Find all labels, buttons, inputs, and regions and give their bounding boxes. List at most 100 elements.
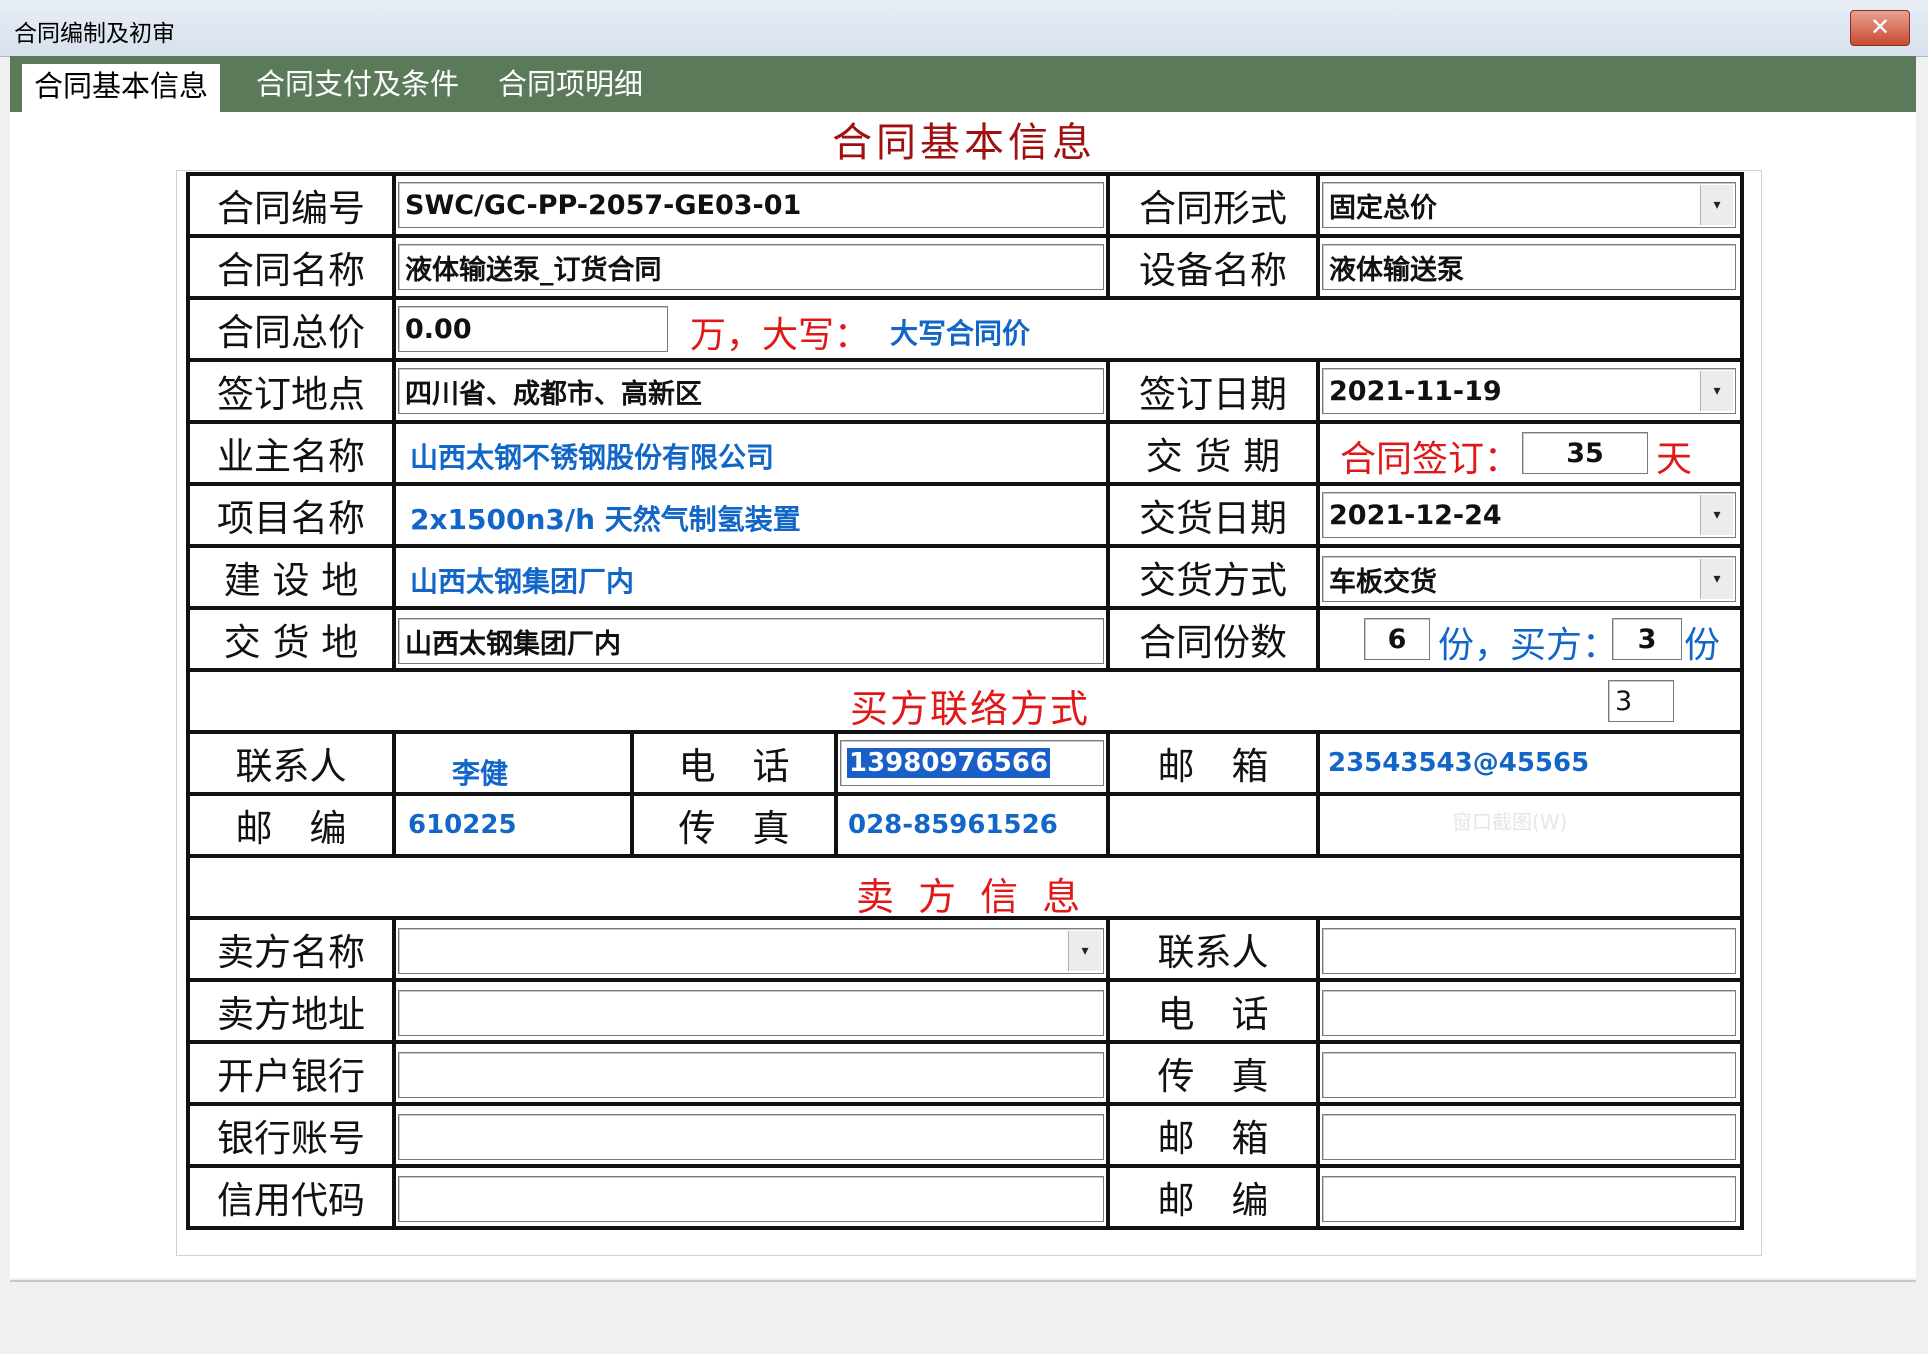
seller-contact-input[interactable]	[1322, 928, 1736, 974]
delivery-period-label: 交 货 期	[1145, 435, 1281, 478]
page-title: 合同基本信息	[832, 120, 1096, 166]
copies-label: 合同份数	[1139, 621, 1287, 664]
grid-line	[186, 668, 1744, 672]
grid-line	[834, 730, 838, 854]
equipment-name-input[interactable]: 液体输送泵	[1322, 244, 1736, 290]
grid-line	[186, 172, 1744, 176]
delivery-mode-value: 车板交货	[1329, 566, 1437, 598]
copies-total-input[interactable]: 6	[1364, 618, 1430, 660]
buyer-email-value: 23543543@45565	[1328, 748, 1590, 778]
buyer-section-title: 买方联络方式	[850, 687, 1091, 731]
contract-no-input[interactable]: SWC/GC-PP-2057-GE03-01	[398, 182, 1104, 228]
grid-line	[186, 358, 1744, 362]
grid-line	[392, 172, 396, 296]
contract-form-value: 固定总价	[1329, 192, 1437, 224]
sign-date-picker[interactable]: 2021-11-19 ▾	[1322, 368, 1736, 414]
seller-credit-code-input[interactable]	[398, 1176, 1104, 1222]
grid-line	[186, 1164, 1744, 1168]
site-label: 建 设 地	[223, 559, 359, 602]
grid-line	[186, 482, 1744, 486]
tab-basic-info[interactable]: 合同基本信息	[22, 64, 221, 112]
buyer-contact-value: 李健	[452, 757, 509, 790]
grid-line	[1316, 916, 1320, 1226]
seller-address-label: 卖方地址	[217, 993, 365, 1036]
seller-email-label: 邮 箱	[1157, 1117, 1269, 1160]
seller-phone-label: 电 话	[1157, 993, 1269, 1036]
seller-address-input[interactable]	[398, 990, 1104, 1036]
buyer-fax-label: 传 真	[678, 807, 790, 850]
contract-form-select[interactable]: 固定总价 ▾	[1322, 182, 1736, 228]
seller-email-input[interactable]	[1322, 1114, 1736, 1160]
contract-name-label: 合同名称	[217, 249, 365, 292]
buyer-phone-value: 13980976566	[847, 748, 1050, 778]
seller-bank-label: 开户银行	[217, 1055, 365, 1098]
window-titlebar: 合同编制及初审 ✕	[0, 0, 1928, 57]
sign-place-input[interactable]: 四川省、成都市、高新区	[398, 368, 1104, 414]
delivery-place-input[interactable]: 山西太钢集团厂内	[398, 618, 1104, 664]
buyer-fax-value: 028-85961526	[848, 810, 1058, 840]
close-button[interactable]: ✕	[1850, 10, 1910, 46]
tab-item-details[interactable]: 合同项明细	[486, 62, 655, 106]
grid-line	[392, 296, 396, 358]
sign-place-label: 签订地点	[217, 373, 365, 416]
dropdown-arrow-icon[interactable]: ▾	[1068, 931, 1101, 971]
status-bar-divider	[10, 1280, 1916, 1282]
seller-bank-input[interactable]	[398, 1052, 1104, 1098]
dropdown-arrow-icon[interactable]: ▾	[1700, 185, 1733, 225]
delivery-period-prefix: 合同签订：	[1340, 439, 1521, 480]
total-uppercase-value: 大写合同价	[890, 317, 1031, 350]
seller-account-label: 银行账号	[217, 1117, 365, 1160]
grid-line	[1740, 172, 1744, 1230]
project-name-label: 项目名称	[217, 497, 365, 540]
buyer-phone-label: 电 话	[678, 745, 790, 788]
grid-line	[186, 1102, 1744, 1106]
dropdown-arrow-icon[interactable]: ▾	[1700, 559, 1733, 599]
seller-contact-label: 联系人	[1157, 931, 1269, 974]
seller-zip-input[interactable]	[1322, 1176, 1736, 1222]
grid-line	[392, 358, 396, 668]
grid-line	[186, 544, 1744, 548]
delivery-date-label: 交货日期	[1139, 497, 1287, 540]
grid-line	[1316, 172, 1320, 296]
buyer-email-label: 邮 箱	[1157, 745, 1269, 788]
grid-line	[186, 854, 1744, 858]
delivery-mode-select[interactable]: 车板交货 ▾	[1322, 556, 1736, 602]
tab-bar: 合同基本信息 合同支付及条件 合同项明细	[10, 56, 1916, 112]
seller-name-select[interactable]: ▾	[398, 928, 1104, 974]
buyer-contact-label: 联系人	[235, 745, 347, 788]
buyer-phone-input[interactable]: 13980976566	[840, 740, 1104, 786]
contract-form-label: 合同形式	[1139, 187, 1287, 230]
copies-buyer-input[interactable]: 3	[1612, 618, 1682, 660]
buyer-zip-label: 邮 编	[235, 807, 347, 850]
dropdown-arrow-icon[interactable]: ▾	[1700, 371, 1733, 411]
contract-no-label: 合同编号	[217, 187, 365, 230]
delivery-days-input[interactable]: 35	[1522, 432, 1648, 474]
total-price-input[interactable]: 0.00	[398, 306, 668, 352]
copies-unit-buyer-label: 份，买方：	[1438, 625, 1619, 666]
grid-line	[1316, 358, 1320, 668]
grid-line	[392, 916, 396, 1226]
delivery-place-label: 交 货 地	[223, 621, 359, 664]
sign-date-label: 签订日期	[1139, 373, 1287, 416]
equipment-name-label: 设备名称	[1139, 249, 1287, 292]
total-price-label: 合同总价	[217, 311, 365, 354]
delivery-date-picker[interactable]: 2021-12-24 ▾	[1322, 492, 1736, 538]
window-title: 合同编制及初审	[14, 21, 175, 47]
seller-fax-input[interactable]	[1322, 1052, 1736, 1098]
grid-line	[392, 730, 396, 854]
seller-section-title: 卖 方 信 息	[856, 875, 1087, 919]
dropdown-arrow-icon[interactable]: ▾	[1700, 495, 1733, 535]
site-value: 山西太钢集团厂内	[410, 565, 635, 598]
grid-line	[186, 234, 1744, 238]
seller-credit-code-label: 信用代码	[217, 1179, 365, 1222]
project-name-value: 2x1500n3/h 天然气制氢装置	[410, 503, 801, 536]
seller-fax-label: 传 真	[1157, 1055, 1269, 1098]
contract-name-input[interactable]: 液体输送泵_订货合同	[398, 244, 1104, 290]
sign-date-value: 2021-11-19	[1329, 375, 1502, 407]
buyer-section-input[interactable]: 3	[1608, 680, 1674, 722]
seller-phone-input[interactable]	[1322, 990, 1736, 1036]
tab-payment-conditions[interactable]: 合同支付及条件	[244, 62, 471, 106]
grid-line	[186, 978, 1744, 982]
seller-account-input[interactable]	[398, 1114, 1104, 1160]
delivery-mode-label: 交货方式	[1139, 559, 1287, 602]
